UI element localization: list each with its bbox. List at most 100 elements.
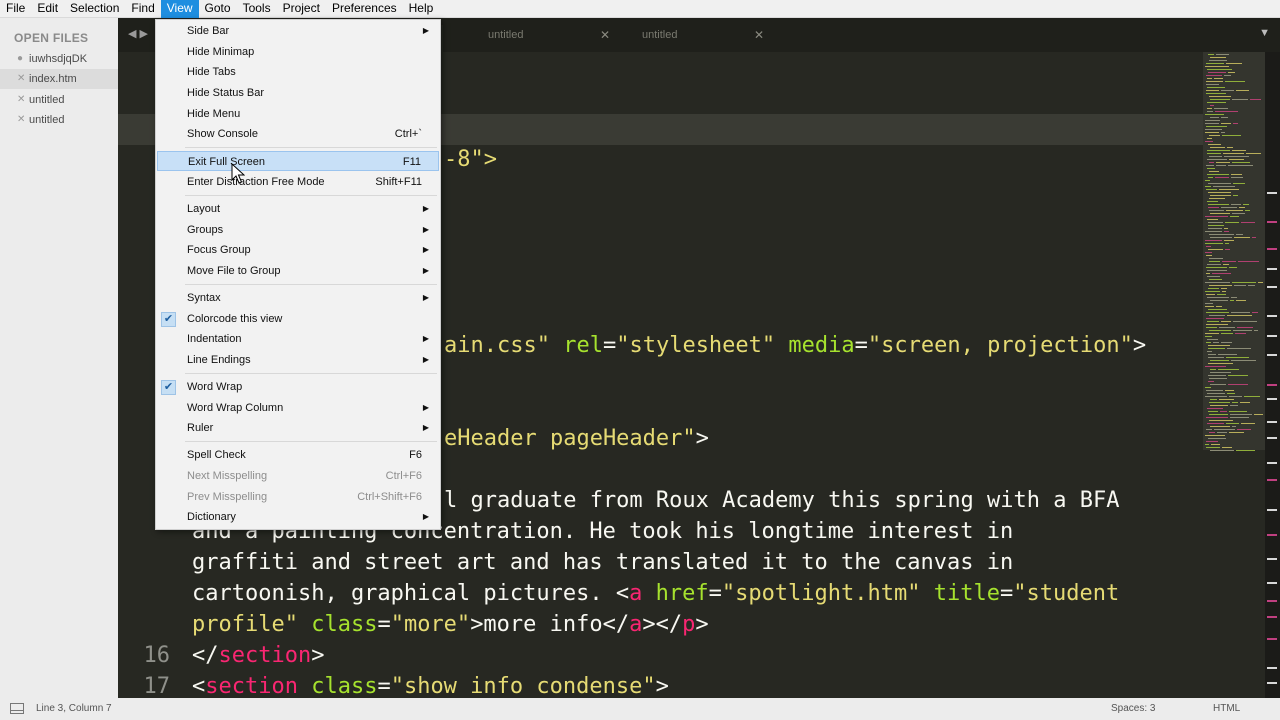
minimap-line (1209, 210, 1224, 211)
menu-separator (185, 147, 437, 148)
minimap-line (1205, 333, 1219, 334)
minimap-line (1221, 321, 1231, 322)
syntax-selector[interactable]: HTML (1213, 703, 1240, 714)
minimap-line (1207, 297, 1229, 298)
minimap-line (1222, 135, 1241, 136)
minimap-line (1237, 327, 1253, 328)
menu-item-hide-menu[interactable]: Hide Menu (157, 104, 439, 124)
menu-preferences[interactable]: Preferences (326, 0, 403, 18)
indentation-setting[interactable]: Spaces: 3 (1111, 703, 1155, 714)
menu-view[interactable]: View (160, 0, 199, 18)
minimap-line (1216, 165, 1226, 166)
minimap-line (1232, 213, 1245, 214)
edge-streak (1267, 462, 1277, 464)
menu-project[interactable]: Project (277, 0, 326, 18)
menu-item-dictionary[interactable]: Dictionary ▶ (157, 507, 439, 527)
close-icon[interactable]: ✕ (600, 25, 610, 45)
edge-streak (1267, 384, 1277, 386)
menu-item-side-bar[interactable]: Side Bar ▶ (157, 21, 439, 41)
menu-item-layout[interactable]: Layout ▶ (157, 199, 439, 219)
minimap-line (1234, 285, 1246, 286)
menu-item-prev-misspelling: Prev Misspelling Ctrl+Shift+F6 (187, 491, 422, 503)
menu-item-focus-group[interactable]: Focus Group ▶ (157, 240, 439, 260)
menu-item-colorcode[interactable]: ✔ Colorcode this view (157, 309, 439, 329)
menu-item-groups[interactable]: Groups ▶ (157, 220, 439, 240)
edge-streak (1267, 600, 1277, 602)
tab-list-dropdown-icon[interactable]: ▼ (1259, 27, 1270, 39)
close-icon[interactable]: ✕ (17, 90, 25, 110)
open-file-index-htm[interactable]: ✕ index.htm (0, 69, 118, 89)
minimap-line (1209, 315, 1225, 316)
view-menu-dropdown: Side Bar ▶ Hide Minimap Hide Tabs Hide St… (155, 19, 441, 530)
menu-goto[interactable]: Goto (199, 0, 237, 18)
minimap-line (1214, 78, 1223, 79)
minimap-line (1258, 282, 1263, 283)
menu-tools[interactable]: Tools (237, 0, 277, 18)
minimap-line (1206, 267, 1227, 268)
menu-item-spell-check[interactable]: Spell Check F6 (157, 445, 439, 465)
minimap-line (1208, 438, 1226, 439)
minimap-line (1206, 342, 1211, 343)
edge-streak (1267, 616, 1277, 618)
minimap-line (1221, 333, 1233, 334)
minimap-line (1209, 261, 1220, 262)
close-icon[interactable]: ✕ (754, 25, 764, 45)
minimap-line (1206, 324, 1228, 325)
panel-toggle-icon[interactable] (10, 703, 24, 714)
minimap-line (1206, 63, 1224, 64)
status-bar: Line 3, Column 7 Spaces: 3 HTML (0, 698, 1280, 720)
minimap-line (1221, 123, 1231, 124)
minimap-line (1210, 117, 1219, 118)
minimap-line (1209, 378, 1227, 379)
minimap-line (1236, 450, 1255, 451)
minimap-line (1225, 243, 1229, 244)
menu-item-indentation[interactable]: Indentation ▶ (157, 329, 439, 349)
menu-item-hide-minimap[interactable]: Hide Minimap (157, 42, 439, 62)
menu-item-line-endings[interactable]: Line Endings ▶ (157, 350, 439, 370)
menu-item-word-wrap[interactable]: ✔ Word Wrap (157, 377, 439, 397)
menu-item-hide-status-bar[interactable]: Hide Status Bar (157, 83, 439, 103)
minimap-line (1208, 354, 1216, 355)
tab-nav-arrows-icon[interactable]: ◀ ▶ (128, 27, 148, 40)
edge-streak (1267, 421, 1277, 423)
unsaved-dot-icon[interactable]: ● (17, 49, 23, 69)
edge-streak (1267, 221, 1277, 223)
minimap-line (1209, 420, 1233, 421)
open-file-iuwhsdjqdk[interactable]: ● iuwhsdjqDK (0, 49, 118, 69)
minimap-line (1219, 327, 1235, 328)
menu-item-move-file-to-group[interactable]: Move File to Group ▶ (157, 261, 439, 281)
minimap-line (1208, 177, 1213, 178)
minimap-line (1207, 69, 1232, 70)
menu-selection[interactable]: Selection (64, 0, 125, 18)
menu-edit[interactable]: Edit (31, 0, 64, 18)
minimap-line (1205, 231, 1222, 232)
close-icon[interactable]: ✕ (17, 110, 25, 130)
minimap-line (1226, 63, 1242, 64)
minimap-line (1207, 138, 1212, 139)
edge-streak (1267, 509, 1277, 511)
menu-item-distraction-free-mode[interactable]: Enter Distraction Free Mode Shift+F11 (157, 172, 439, 192)
minimap-line (1208, 249, 1223, 250)
open-file-untitled-1[interactable]: ✕ untitled (0, 90, 118, 110)
minimap-line (1215, 111, 1238, 112)
menu-item-ruler[interactable]: Ruler ▶ (157, 418, 439, 438)
minimap[interactable] (1203, 52, 1265, 698)
tab-untitled-2[interactable]: untitled ✕ (624, 25, 774, 52)
edge-streak (1267, 335, 1277, 337)
minimap-line (1228, 384, 1248, 385)
open-file-untitled-2[interactable]: ✕ untitled (0, 110, 118, 130)
menu-find[interactable]: Find (125, 0, 160, 18)
menu-item-word-wrap-column[interactable]: Word Wrap Column ▶ (157, 398, 439, 418)
minimap-line (1206, 165, 1214, 166)
menu-item-syntax[interactable]: Syntax ▶ (157, 288, 439, 308)
minimap-line (1206, 318, 1224, 319)
menu-help[interactable]: Help (403, 0, 440, 18)
menu-item-exit-full-screen[interactable]: Exit Full Screen F11 (157, 151, 439, 171)
minimap-line (1205, 240, 1222, 241)
menu-file[interactable]: File (0, 0, 31, 18)
menu-item-hide-tabs[interactable]: Hide Tabs (157, 62, 439, 82)
minimap-line (1210, 99, 1230, 100)
close-icon[interactable]: ✕ (17, 69, 25, 89)
menu-item-show-console[interactable]: Show Console Ctrl+` (157, 124, 439, 144)
tab-untitled-1[interactable]: untitled ✕ (470, 25, 620, 52)
